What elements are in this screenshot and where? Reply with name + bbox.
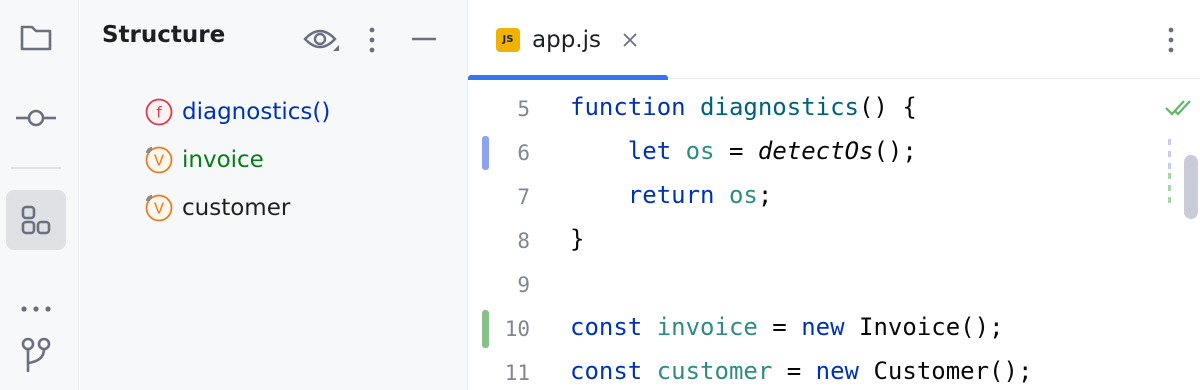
minimize-icon xyxy=(412,37,436,41)
code-token: let xyxy=(627,137,672,165)
code-token: os xyxy=(685,137,715,165)
tab-label: app.js xyxy=(532,26,601,53)
code-line[interactable]: function diagnostics() { xyxy=(570,93,917,121)
variable-icon: V xyxy=(144,145,174,175)
commit-icon xyxy=(16,109,56,127)
vertical-dots-icon xyxy=(369,27,375,53)
tree-item-label: invoice xyxy=(182,147,264,173)
inspections-status[interactable] xyxy=(1165,97,1193,123)
code-token: os xyxy=(728,181,758,209)
code-token: = xyxy=(714,137,758,165)
tree-item-label: diagnostics() xyxy=(182,99,331,125)
code-token: Customer(); xyxy=(859,357,1033,385)
more-tool-windows-button[interactable] xyxy=(6,268,66,328)
code-token: const xyxy=(570,357,643,385)
commit-button[interactable] xyxy=(6,88,66,148)
code-token: = xyxy=(772,357,816,385)
code-area[interactable]: function diagnostics() { let os = detect… xyxy=(570,80,1170,390)
variable-icon: V xyxy=(144,193,174,223)
double-check-icon xyxy=(1165,100,1191,116)
hide-panel-button[interactable] xyxy=(408,22,440,58)
git-branch-icon xyxy=(21,337,51,372)
structure-panel: Structure f diagnostics() V invoice V cu… xyxy=(80,0,468,390)
code-token: = xyxy=(757,313,802,341)
vertical-scrollbar[interactable] xyxy=(1184,155,1198,219)
javascript-file-icon: JS xyxy=(496,27,520,52)
line-number: 10 xyxy=(504,317,530,341)
code-token: (); xyxy=(873,137,917,165)
code-line[interactable]: const invoice = new Invoice(); xyxy=(570,313,1004,341)
code-token: detectOs xyxy=(757,137,874,165)
line-number: 5 xyxy=(517,97,530,121)
structure-icon xyxy=(21,205,51,235)
project-button[interactable] xyxy=(6,8,66,68)
tree-item-customer[interactable]: V customer xyxy=(144,190,290,226)
git-button[interactable] xyxy=(6,324,66,384)
code-token: ; xyxy=(757,181,773,209)
code-token: const xyxy=(570,313,643,341)
line-number: 6 xyxy=(517,141,530,165)
code-line[interactable]: } xyxy=(570,225,584,253)
code-line[interactable]: return os; xyxy=(570,181,773,209)
more-icon xyxy=(21,306,51,312)
code-token: Invoice(); xyxy=(844,313,1004,341)
line-number: 9 xyxy=(517,273,530,297)
code-token: customer xyxy=(656,357,773,385)
editor: JS app.js 5 6 7 8 9 10 11 function diagnostics… xyxy=(468,0,1200,390)
tree-item-invoice[interactable]: V invoice xyxy=(144,142,264,178)
code-token: diagnostics xyxy=(700,93,859,121)
code-token: invoice xyxy=(656,313,758,341)
folder-icon xyxy=(20,25,52,51)
options-menu-button[interactable] xyxy=(360,22,384,58)
tree-item-label: customer xyxy=(182,195,291,221)
code-token: new xyxy=(815,357,860,385)
code-token: () { xyxy=(859,93,917,121)
close-tab-button[interactable] xyxy=(621,31,639,49)
tab-app-js[interactable]: JS app.js xyxy=(468,0,668,80)
code-line[interactable]: let os = detectOs(); xyxy=(570,137,917,165)
view-options-button[interactable] xyxy=(302,22,342,58)
change-markers-stripe xyxy=(1168,139,1172,209)
code-token: function xyxy=(570,93,686,121)
tool-window-strip xyxy=(0,0,79,390)
code-token: } xyxy=(570,225,585,253)
eye-icon xyxy=(303,29,339,51)
function-icon: f xyxy=(144,97,174,127)
tree-item-diagnostics[interactable]: f diagnostics() xyxy=(144,94,330,130)
svg-text:V: V xyxy=(154,152,165,170)
structure-button[interactable] xyxy=(6,190,66,250)
code-token: return xyxy=(627,181,715,209)
vertical-dots-icon xyxy=(1168,27,1174,53)
code-token: new xyxy=(801,313,845,341)
close-icon xyxy=(623,32,637,47)
line-number: 8 xyxy=(517,229,530,253)
panel-title: Structure xyxy=(102,22,226,48)
svg-text:f: f xyxy=(156,104,162,122)
editor-gutter[interactable]: 5 6 7 8 9 10 11 xyxy=(468,80,564,390)
svg-text:V: V xyxy=(154,200,165,218)
strip-separator xyxy=(11,167,61,169)
line-number: 7 xyxy=(517,185,530,209)
line-number: 11 xyxy=(504,361,530,385)
editor-tab-bar: JS app.js xyxy=(468,0,1200,80)
code-line[interactable]: const customer = new Customer(); xyxy=(570,357,1032,385)
tab-actions-button[interactable] xyxy=(1164,26,1178,58)
